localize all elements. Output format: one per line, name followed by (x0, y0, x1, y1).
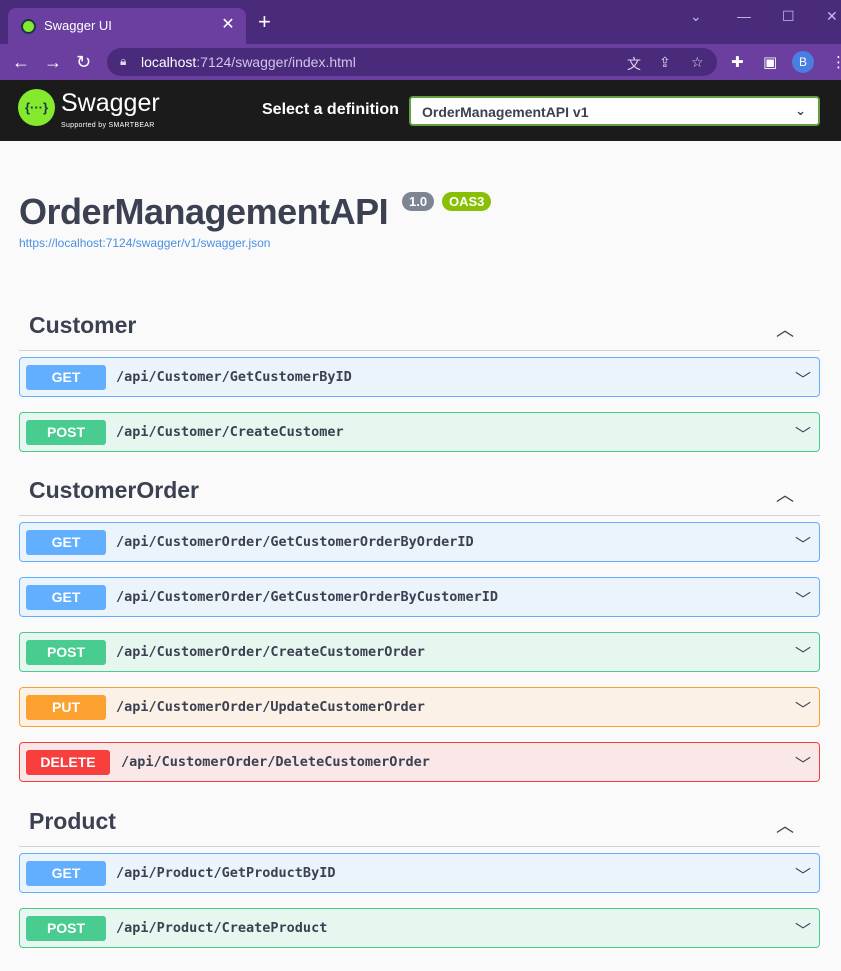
swagger-logo-icon[interactable]: {···} (18, 89, 55, 126)
method-badge: POST (26, 640, 106, 665)
operation-path: /api/CustomerOrder/DeleteCustomerOrder (121, 754, 430, 770)
address-url: localhost:7124/swagger/index.html (141, 54, 356, 70)
back-icon[interactable]: ← (12, 52, 30, 72)
chevron-up-icon[interactable]: ︿ (776, 316, 794, 342)
swagger-logo-subtitle: Supported by SMARTBEAR (61, 122, 155, 129)
oas-badge: OAS3 (442, 192, 492, 211)
chevron-down-icon[interactable]: ﹀ (795, 696, 811, 720)
definition-select[interactable]: OrderManagementAPI v1 ⌄ (409, 96, 820, 126)
operation-row[interactable]: GET /api/CustomerOrder/GetCustomerOrderB… (19, 522, 820, 562)
address-bar[interactable]: 🔒︎ localhost:7124/swagger/index.html 文 ⇪… (107, 48, 717, 76)
chevron-up-icon[interactable]: ︿ (776, 812, 794, 838)
operation-row[interactable]: GET /api/CustomerOrder/GetCustomerOrderB… (19, 577, 820, 617)
browser-toolbar: ← → ↻ 🔒︎ localhost:7124/swagger/index.ht… (0, 44, 841, 80)
profile-avatar[interactable]: B (792, 51, 814, 73)
reload-icon[interactable]: ↻ (76, 52, 91, 72)
method-badge: POST (26, 916, 106, 941)
method-badge: GET (26, 365, 106, 390)
extensions-puzzle-icon[interactable]: ✚ (731, 53, 744, 71)
operation-path: /api/CustomerOrder/GetCustomerOrderByCus… (116, 589, 499, 605)
forward-icon[interactable]: → (44, 52, 62, 72)
browser-menu-icon[interactable]: ⋮ (831, 53, 841, 71)
api-title: OrderManagementAPI (19, 191, 389, 232)
operation-path: /api/Product/GetProductByID (116, 865, 336, 881)
operation-row[interactable]: DELETE /api/CustomerOrder/DeleteCustomer… (19, 742, 820, 782)
method-badge: DELETE (26, 750, 110, 775)
chevron-down-icon[interactable]: ﹀ (795, 751, 811, 775)
chevron-down-icon[interactable]: ﹀ (795, 917, 811, 941)
bookmark-star-icon[interactable]: ☆ (691, 54, 704, 71)
operation-row[interactable]: POST /api/CustomerOrder/CreateCustomerOr… (19, 632, 820, 672)
chevron-down-icon[interactable]: ﹀ (795, 421, 811, 445)
definition-selected-value: OrderManagementAPI v1 (422, 104, 589, 120)
chevron-down-icon[interactable]: ﹀ (795, 531, 811, 555)
spec-json-link[interactable]: https://localhost:7124/swagger/v1/swagge… (19, 236, 270, 250)
browser-tab[interactable]: Swagger UI ✕ (8, 8, 246, 44)
tab-close-icon[interactable]: ✕ (218, 14, 238, 34)
tab-search-icon[interactable]: ⌄ (690, 8, 702, 25)
operation-path: /api/CustomerOrder/GetCustomerOrderByOrd… (116, 534, 474, 550)
swagger-topbar: {···} Swagger Supported by SMARTBEAR Sel… (0, 80, 841, 141)
minimize-icon[interactable]: — (737, 8, 751, 24)
chevron-down-icon[interactable]: ﹀ (795, 586, 811, 610)
chevron-down-icon[interactable]: ﹀ (795, 641, 811, 665)
operation-row[interactable]: POST /api/Product/CreateProduct ﹀ (19, 908, 820, 948)
section-customerorder[interactable]: CustomerOrder ︿ (19, 476, 820, 516)
new-tab-button[interactable]: + (258, 11, 271, 33)
swagger-favicon-icon (21, 19, 36, 34)
section-customer[interactable]: Customer ︿ (19, 311, 820, 351)
chevron-down-icon[interactable]: ﹀ (795, 366, 811, 390)
version-badge: 1.0 (402, 192, 435, 211)
chevron-up-icon[interactable]: ︿ (776, 481, 794, 507)
definition-label: Select a definition (262, 101, 399, 118)
method-badge: POST (26, 420, 106, 445)
operation-row[interactable]: POST /api/Customer/CreateCustomer ﹀ (19, 412, 820, 452)
method-badge: GET (26, 861, 106, 886)
operation-path: /api/Product/CreateProduct (116, 920, 328, 936)
maximize-icon[interactable]: ☐ (782, 8, 795, 25)
operation-row[interactable]: PUT /api/CustomerOrder/UpdateCustomerOrd… (19, 687, 820, 727)
section-title: Customer (29, 312, 137, 338)
operation-path: /api/CustomerOrder/CreateCustomerOrder (116, 644, 425, 660)
method-badge: PUT (26, 695, 106, 720)
method-badge: GET (26, 585, 106, 610)
share-icon[interactable]: ⇪ (659, 54, 671, 71)
section-product[interactable]: Product ︿ (19, 807, 820, 847)
operation-row[interactable]: GET /api/Product/GetProductByID ﹀ (19, 853, 820, 893)
operation-path: /api/CustomerOrder/UpdateCustomerOrder (116, 699, 425, 715)
side-panel-icon[interactable]: ▣ (763, 53, 777, 71)
browser-titlebar: Swagger UI ✕ + ⌄ — ☐ ✕ (0, 0, 841, 44)
operation-path: /api/Customer/CreateCustomer (116, 424, 344, 440)
chevron-down-icon: ⌄ (795, 103, 806, 118)
swagger-logo-text[interactable]: Swagger (61, 89, 160, 118)
section-title: Product (29, 808, 116, 834)
lock-icon: 🔒︎ (120, 54, 127, 68)
section-title: CustomerOrder (29, 477, 199, 503)
operation-path: /api/Customer/GetCustomerByID (116, 369, 352, 385)
operation-row[interactable]: GET /api/Customer/GetCustomerByID ﹀ (19, 357, 820, 397)
method-badge: GET (26, 530, 106, 555)
chevron-down-icon[interactable]: ﹀ (795, 862, 811, 886)
window-close-icon[interactable]: ✕ (826, 8, 838, 25)
tab-title: Swagger UI (44, 18, 112, 33)
translate-icon[interactable]: 文 (627, 54, 641, 74)
